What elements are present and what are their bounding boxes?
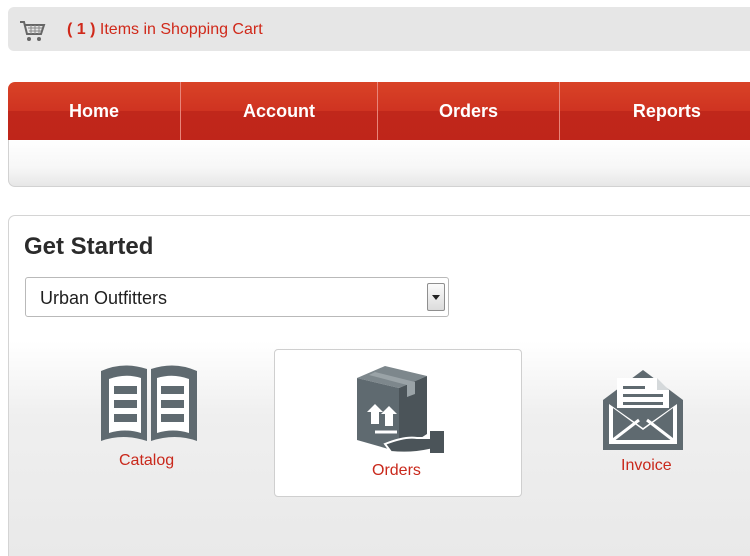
cart-label: Items in Shopping Cart <box>99 21 263 38</box>
panel-title: Get Started <box>24 233 154 260</box>
book-icon <box>97 361 201 445</box>
main-nav: Home Account Orders Reports <box>8 82 750 140</box>
store-select-value: Urban Outfitters <box>40 288 168 308</box>
nav-account[interactable]: Account <box>181 82 379 140</box>
nav-orders[interactable]: Orders <box>378 82 560 140</box>
store-select[interactable]: Urban Outfitters <box>25 277 449 317</box>
get-started-panel: Get Started Urban Outfitters Catalog Ord… <box>8 215 750 556</box>
catalog-tile[interactable]: Catalog <box>69 361 229 481</box>
shopping-cart-icon[interactable] <box>19 19 47 43</box>
package-hand-icon <box>345 364 451 456</box>
cart-count: ( 1 ) <box>67 21 96 38</box>
catalog-label: Catalog <box>119 452 175 469</box>
nav-home[interactable]: Home <box>8 82 181 140</box>
chevron-down-icon[interactable] <box>427 283 445 311</box>
cart-bar: ( 1 ) Items in Shopping Cart <box>8 7 750 51</box>
sub-nav-bar <box>8 140 750 187</box>
nav-reports[interactable]: Reports <box>560 82 750 140</box>
orders-label: Orders <box>372 462 421 479</box>
envelope-document-icon <box>599 364 687 452</box>
orders-tile[interactable]: Orders <box>274 349 522 497</box>
cart-summary-link[interactable]: ( 1 ) Items in Shopping Cart <box>67 21 263 39</box>
invoice-tile[interactable]: Invoice <box>569 361 729 481</box>
invoice-label: Invoice <box>621 457 672 474</box>
